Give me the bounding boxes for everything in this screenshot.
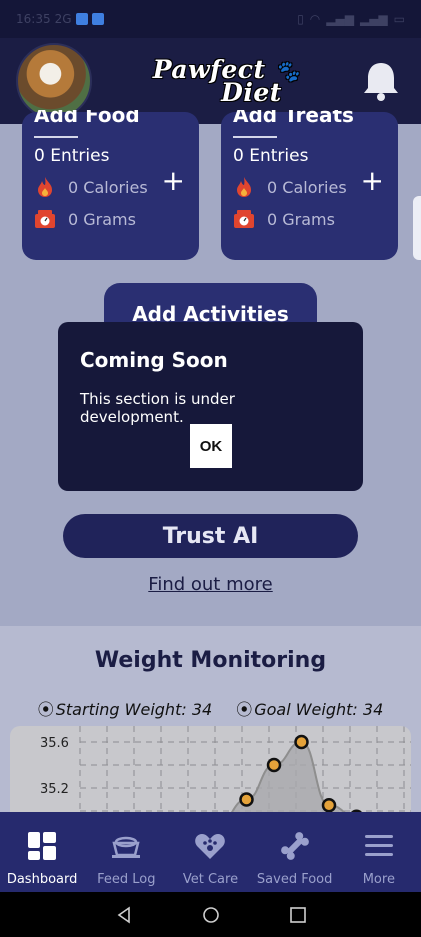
grams-value: 0 Grams [267, 209, 335, 229]
card-title: Add Treats [233, 110, 354, 124]
entries-count: 0 Entries [34, 146, 110, 166]
app-logo: Pawfect 🐾 Diet [153, 57, 300, 107]
goal-weight-label: Goal Weight: 34 [254, 700, 384, 719]
coming-soon-dialog: Coming Soon This section is under develo… [58, 322, 363, 491]
nav-more[interactable]: More [337, 812, 421, 887]
add-treats-card[interactable]: Add Treats 0 Entries 0 Calories 0 Grams … [221, 110, 398, 260]
find-out-more-link[interactable]: Find out more [0, 574, 421, 595]
scale-icon [233, 208, 255, 230]
nav-label: Dashboard [6, 872, 78, 887]
nav-label: Saved Food [256, 872, 333, 887]
dialog-title: Coming Soon [80, 348, 228, 372]
nav-vet-care[interactable]: Vet Care [168, 812, 252, 887]
y-tick-label: 35.6 [40, 736, 69, 751]
nav-label: More [362, 872, 395, 887]
weight-chart-svg: 35.6 35.2 [40, 726, 411, 826]
nav-dashboard[interactable]: Dashboard [0, 812, 84, 887]
weight-point[interactable] [266, 757, 282, 773]
card-divider [34, 136, 78, 138]
signal-icon: ▂▄▆ [326, 12, 354, 26]
card-divider [233, 136, 277, 138]
back-icon[interactable] [115, 905, 133, 924]
nav-feed-log[interactable]: Feed Log [84, 812, 168, 887]
flame-icon [233, 176, 255, 198]
add-food-card[interactable]: Add Food 0 Entries 0 Calories 0 Grams + [22, 110, 199, 260]
starting-weight: ⦿ Starting Weight: 34 [38, 696, 212, 720]
system-nav-bar [0, 892, 421, 937]
target-icon: ⦿ [37, 700, 54, 719]
scale-icon [34, 208, 56, 230]
status-left: 16:35 2G [16, 12, 104, 26]
starting-weight-label: Starting Weight: 34 [55, 700, 213, 719]
weight-title: Weight Monitoring [94, 648, 327, 673]
bell-icon[interactable] [361, 59, 401, 103]
side-drawer-handle[interactable] [413, 196, 421, 260]
nav-label: Vet Care [182, 872, 239, 887]
ok-button[interactable]: OK [190, 424, 232, 468]
battery-icon: ▭ [393, 12, 405, 26]
status-right: ▯ ◠ ▂▄▆ ▂▄▆ ▭ [297, 12, 405, 26]
upload-icon [75, 13, 88, 25]
weight-point[interactable] [239, 792, 254, 807]
status-bar: 16:35 2G ▯ ◠ ▂▄▆ ▂▄▆ ▭ [0, 0, 421, 38]
y-tick-label: 35.2 [40, 782, 69, 797]
heart-paw-icon [194, 830, 226, 862]
app-icon [91, 13, 104, 25]
trust-ai-button[interactable]: Trust AI [63, 514, 358, 558]
grams-value: 0 Grams [68, 209, 136, 229]
card-title: Add Food [34, 110, 140, 124]
menu-icon [363, 830, 395, 862]
grams-row: 0 Grams [34, 208, 187, 230]
target-icon: ⦿ [236, 700, 253, 719]
home-icon[interactable] [202, 906, 220, 924]
add-food-button[interactable]: + [162, 164, 185, 197]
dashboard-icon [26, 830, 58, 862]
bone-icon [279, 830, 311, 862]
weight-point[interactable] [321, 798, 337, 813]
weight-monitoring-section: Weight Monitoring ⦿ Starting Weight: 34 ⦿… [0, 626, 421, 826]
nav-label: Feed Log [97, 872, 156, 887]
weight-point[interactable] [294, 734, 309, 750]
calories-value: 0 Calories [267, 177, 347, 197]
entries-count: 0 Entries [233, 146, 309, 166]
goal-weight: ⦿ Goal Weight: 34 [236, 696, 383, 720]
signal-icon: ▂▄▆ [359, 12, 388, 26]
recents-icon[interactable] [289, 906, 307, 924]
vibrate-icon: ▯ [297, 12, 304, 26]
grams-row: 0 Grams [233, 208, 386, 230]
flame-icon [34, 176, 56, 198]
logo-line2: Diet [221, 77, 282, 107]
bowl-icon [110, 830, 142, 862]
avatar[interactable] [16, 43, 92, 119]
calories-value: 0 Calories [68, 177, 148, 197]
weight-summary: ⦿ Starting Weight: 34 ⦿ Goal Weight: 34 [0, 696, 421, 720]
bottom-nav: Dashboard Feed Log Vet Care Saved Food M… [0, 812, 421, 892]
nav-saved-food[interactable]: Saved Food [253, 812, 337, 887]
add-treats-button[interactable]: + [361, 164, 384, 197]
dialog-message: This section is under development. [80, 390, 235, 426]
status-network: 2G [54, 12, 72, 26]
wifi-icon: ◠ [309, 12, 321, 26]
weight-chart: 35.6 35.2 [10, 726, 411, 826]
status-time: 16:35 [16, 12, 51, 26]
